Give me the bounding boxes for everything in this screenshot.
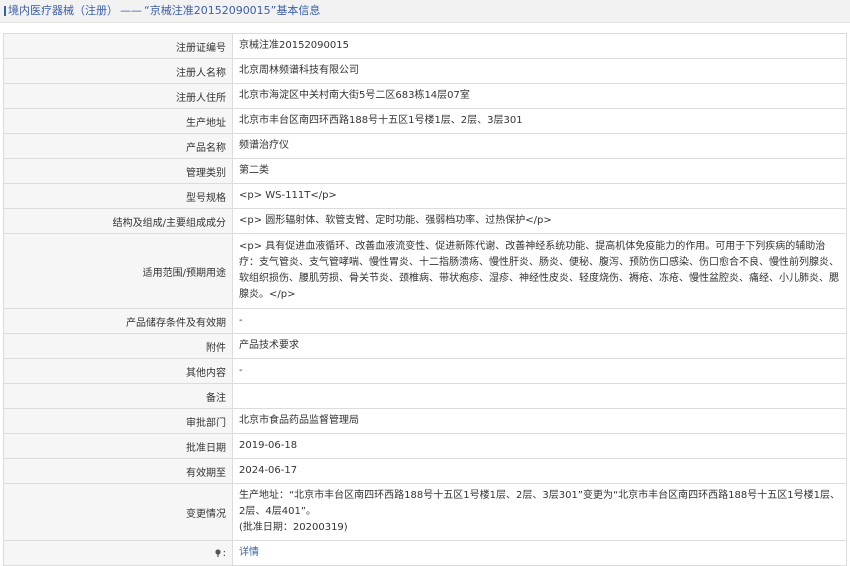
row-label: 注册证编号 — [3, 33, 233, 59]
row-label: 结构及组成/主要组成成分 — [3, 208, 233, 234]
header-bullet — [4, 6, 6, 16]
row-value: 北京市丰台区南四环西路188号十五区1号楼1层、2层、3层301 — [232, 108, 847, 134]
table-row: 变更情况 生产地址：“北京市丰台区南四环西路188号十五区1号楼1层、2层、3层… — [3, 483, 847, 541]
row-value: - — [232, 308, 847, 334]
pin-icon — [215, 548, 221, 557]
row-label: 管理类别 — [3, 158, 233, 184]
row-label: 注册人名称 — [3, 58, 233, 84]
row-label: 审批部门 — [3, 408, 233, 434]
row-label: 产品名称 — [3, 133, 233, 159]
change-description: 生产地址：“北京市丰台区南四环西路188号十五区1号楼1层、2层、3层301”变… — [239, 490, 840, 517]
page-header: 境内医疗器械（注册） —— “京械注准20152090015”基本信息 — [0, 0, 850, 23]
row-label: 适用范围/预期用途 — [3, 233, 233, 309]
table-row: 生产地址 北京市丰台区南四环西路188号十五区1号楼1层、2层、3层301 — [3, 108, 847, 134]
table-row: 审批部门 北京市食品药品监督管理局 — [3, 408, 847, 434]
table-row: 产品名称 频谱治疗仪 — [3, 133, 847, 159]
row-value: 生产地址：“北京市丰台区南四环西路188号十五区1号楼1层、2层、3层301”变… — [232, 483, 847, 541]
header-separator: —— — [120, 4, 142, 17]
row-label: 其他内容 — [3, 358, 233, 384]
table-row: 注册人名称 北京周林频谱科技有限公司 — [3, 58, 847, 84]
row-value: 第二类 — [232, 158, 847, 184]
row-value: <p> 具有促进血液循环、改善血液流变性、促进新陈代谢、改善神经系统功能、提高机… — [232, 233, 847, 309]
table-row: 注册人住所 北京市海淀区中关村南大街5号二区683栋14层07室 — [3, 83, 847, 109]
row-value: - — [232, 358, 847, 384]
row-value: 2024-06-17 — [232, 458, 847, 484]
row-value: 北京市食品药品监督管理局 — [232, 408, 847, 434]
row-label: 附件 — [3, 333, 233, 359]
row-value: 详情 — [232, 540, 847, 566]
table-row: 产品储存条件及有效期 - — [3, 308, 847, 334]
row-label: 产品储存条件及有效期 — [3, 308, 233, 334]
change-approval-date: (批准日期：20200319) — [239, 522, 348, 533]
pin-label: : — [222, 547, 226, 559]
table-row: : 详情 — [3, 540, 847, 566]
detail-link[interactable]: 详情 — [239, 547, 259, 558]
page-title: “京械注准20152090015”基本信息 — [144, 4, 321, 17]
header-category: 境内医疗器械（注册） — [8, 4, 118, 17]
table-row: 注册证编号 京械注准20152090015 — [3, 33, 847, 59]
table-row: 型号规格 <p> WS-111T</p> — [3, 183, 847, 209]
row-value: 频谱治疗仪 — [232, 133, 847, 159]
row-label: 备注 — [3, 383, 233, 409]
row-value: 北京市海淀区中关村南大街5号二区683栋14层07室 — [232, 83, 847, 109]
table-row: 有效期至 2024-06-17 — [3, 458, 847, 484]
row-label: 注册人住所 — [3, 83, 233, 109]
row-value — [232, 383, 847, 409]
table-row: 适用范围/预期用途 <p> 具有促进血液循环、改善血液流变性、促进新陈代谢、改善… — [3, 233, 847, 309]
table-row: 管理类别 第二类 — [3, 158, 847, 184]
row-value: 京械注准20152090015 — [232, 33, 847, 59]
table-row: 附件 产品技术要求 — [3, 333, 847, 359]
row-label: 生产地址 — [3, 108, 233, 134]
row-label: 型号规格 — [3, 183, 233, 209]
table-row: 结构及组成/主要组成成分 <p> 圆形辐射体、软管支臂、定时功能、强弱档功率、过… — [3, 208, 847, 234]
row-label-icon: : — [3, 540, 233, 566]
row-label: 批准日期 — [3, 433, 233, 459]
table-row: 其他内容 - — [3, 358, 847, 384]
row-value: 2019-06-18 — [232, 433, 847, 459]
row-label: 变更情况 — [3, 483, 233, 541]
row-value: <p> 圆形辐射体、软管支臂、定时功能、强弱档功率、过热保护</p> — [232, 208, 847, 234]
row-value: <p> WS-111T</p> — [232, 183, 847, 209]
info-table: 注册证编号 京械注准20152090015 注册人名称 北京周林频谱科技有限公司… — [3, 33, 847, 566]
row-value: 产品技术要求 — [232, 333, 847, 359]
row-label: 有效期至 — [3, 458, 233, 484]
table-row: 批准日期 2019-06-18 — [3, 433, 847, 459]
table-row: 备注 — [3, 383, 847, 409]
row-value: 北京周林频谱科技有限公司 — [232, 58, 847, 84]
